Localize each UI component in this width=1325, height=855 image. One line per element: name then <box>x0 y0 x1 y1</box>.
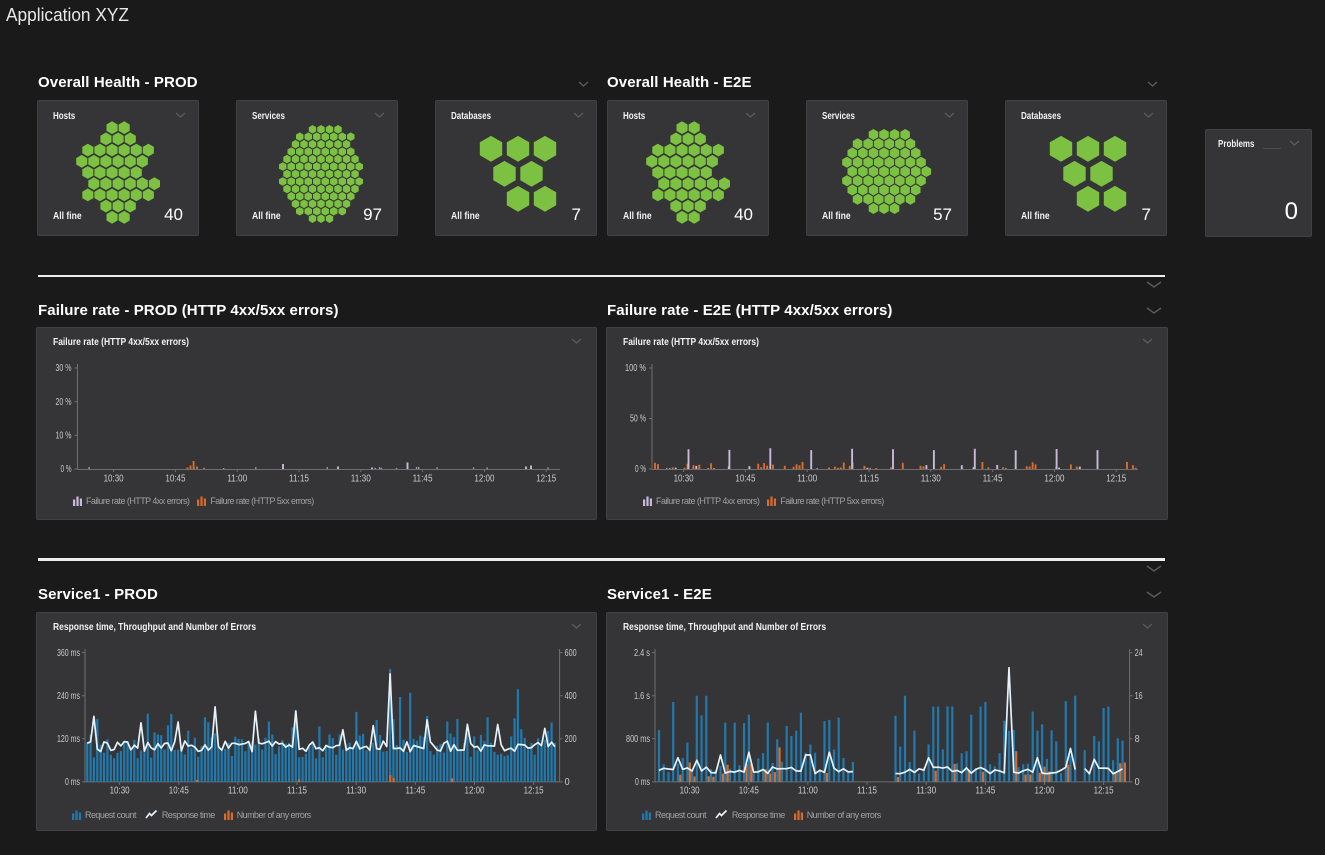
svg-text:11:15: 11:15 <box>287 786 307 797</box>
svg-text:240 ms: 240 ms <box>57 691 80 702</box>
svg-text:10:45: 10:45 <box>169 786 189 797</box>
svg-text:10:45: 10:45 <box>165 474 185 485</box>
svg-text:0 ms: 0 ms <box>65 777 80 788</box>
svg-text:11:30: 11:30 <box>921 474 942 485</box>
svg-text:10:45: 10:45 <box>739 786 759 797</box>
svg-text:12:00: 12:00 <box>465 786 485 797</box>
svg-text:11:15: 11:15 <box>857 786 877 797</box>
svg-text:12:00: 12:00 <box>1044 474 1064 485</box>
svg-text:30 %: 30 % <box>56 363 72 374</box>
svg-text:11:00: 11:00 <box>798 786 819 797</box>
svg-text:20 %: 20 % <box>56 397 72 408</box>
svg-text:400: 400 <box>565 691 577 702</box>
svg-text:1.6 s: 1.6 s <box>634 691 650 702</box>
svg-text:11:00: 11:00 <box>228 786 249 797</box>
svg-text:10:45: 10:45 <box>735 474 755 485</box>
svg-text:11:45: 11:45 <box>975 786 995 797</box>
svg-text:50 %: 50 % <box>630 414 646 425</box>
svg-text:16: 16 <box>1135 691 1143 702</box>
svg-text:12:15: 12:15 <box>536 474 556 485</box>
svg-text:10:30: 10:30 <box>104 474 124 485</box>
svg-text:11:15: 11:15 <box>859 474 879 485</box>
svg-text:0: 0 <box>565 777 571 788</box>
svg-text:0 ms: 0 ms <box>635 777 650 788</box>
svg-text:8: 8 <box>1135 734 1140 745</box>
svg-text:0 %: 0 % <box>635 464 646 475</box>
svg-text:10 %: 10 % <box>56 431 72 442</box>
svg-text:600: 600 <box>565 648 577 659</box>
svg-text:12:00: 12:00 <box>1035 786 1055 797</box>
svg-text:11:30: 11:30 <box>346 786 367 797</box>
svg-text:11:15: 11:15 <box>289 474 309 485</box>
svg-text:200: 200 <box>565 734 577 745</box>
svg-text:11:30: 11:30 <box>351 474 372 485</box>
svg-text:0: 0 <box>1135 777 1141 788</box>
svg-text:11:45: 11:45 <box>413 474 433 485</box>
svg-text:12:00: 12:00 <box>474 474 494 485</box>
svg-text:12:15: 12:15 <box>1106 474 1126 485</box>
svg-text:800 ms: 800 ms <box>626 734 650 745</box>
svg-text:0 %: 0 % <box>61 464 72 475</box>
svg-text:24: 24 <box>1135 648 1143 659</box>
svg-text:12:15: 12:15 <box>524 786 544 797</box>
svg-text:11:00: 11:00 <box>797 474 818 485</box>
svg-text:11:45: 11:45 <box>405 786 425 797</box>
svg-text:120 ms: 120 ms <box>57 734 80 745</box>
svg-text:2.4 s: 2.4 s <box>634 648 650 659</box>
svg-text:10:30: 10:30 <box>674 474 694 485</box>
svg-text:12:15: 12:15 <box>1094 786 1114 797</box>
svg-text:100 %: 100 % <box>625 363 646 374</box>
svg-text:11:30: 11:30 <box>916 786 937 797</box>
svg-text:11:00: 11:00 <box>227 474 248 485</box>
svg-text:11:45: 11:45 <box>983 474 1003 485</box>
svg-text:10:30: 10:30 <box>680 786 700 797</box>
svg-text:10:30: 10:30 <box>110 786 130 797</box>
svg-text:360 ms: 360 ms <box>57 648 80 659</box>
